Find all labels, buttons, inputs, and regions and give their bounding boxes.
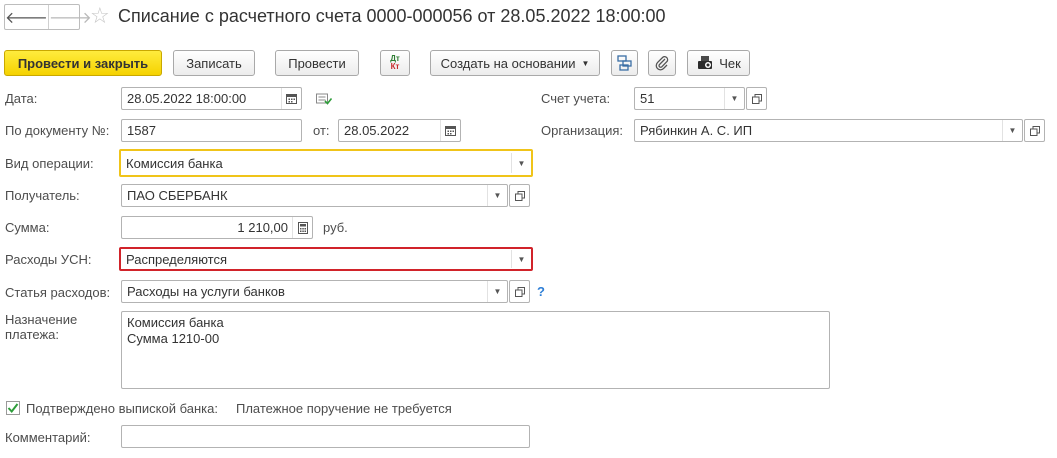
- document-history-icon[interactable]: [316, 92, 333, 109]
- arrow-left-icon: 🡐: [5, 9, 48, 27]
- window-title: Списание с расчетного счета 0000-000056 …: [118, 6, 666, 26]
- dt-kt-button[interactable]: Дт Кт: [380, 50, 410, 76]
- open-organization-button[interactable]: [1024, 119, 1045, 142]
- payment-purpose-textarea[interactable]: Комиссия банка Сумма 1210-00: [121, 311, 830, 389]
- currency-label: руб.: [323, 220, 348, 235]
- calendar-icon[interactable]: [440, 120, 460, 141]
- account-label: Счет учета:: [541, 91, 611, 106]
- expense-item-field[interactable]: Расходы на услуги банков ▼: [121, 280, 508, 303]
- open-icon: [514, 190, 525, 201]
- create-based-on-button[interactable]: Создать на основании ▼: [430, 50, 600, 76]
- expense-item-label: Статья расходов:: [5, 285, 111, 300]
- dropdown-arrow-icon[interactable]: ▼: [1002, 120, 1022, 141]
- payment-order-status: Платежное поручение не требуется: [236, 401, 452, 416]
- open-icon: [1029, 125, 1040, 136]
- dropdown-arrow-icon[interactable]: ▼: [724, 88, 744, 109]
- calculator-icon[interactable]: [292, 217, 312, 238]
- receipt-button[interactable]: Чек: [687, 50, 750, 76]
- from-date-field[interactable]: 28.05.2022: [338, 119, 461, 142]
- dt-kt-icon: Дт Кт: [390, 54, 400, 71]
- favorite-star-icon[interactable]: ☆: [90, 5, 110, 27]
- account-field[interactable]: 51 ▼: [634, 87, 745, 110]
- recipient-label: Получатель:: [5, 188, 80, 203]
- amount-field[interactable]: 1 210,00: [121, 216, 313, 239]
- open-expense-item-button[interactable]: [509, 280, 530, 303]
- organization-field[interactable]: Рябинкин А. С. ИП ▼: [634, 119, 1023, 142]
- open-recipient-button[interactable]: [509, 184, 530, 207]
- open-icon: [751, 93, 762, 104]
- operation-type-label: Вид операции:: [5, 156, 94, 171]
- structure-icon: [616, 55, 632, 71]
- amount-label: Сумма:: [5, 220, 50, 235]
- dropdown-arrow-icon[interactable]: ▼: [487, 185, 507, 206]
- payment-purpose-label-line1: Назначение: [5, 312, 78, 327]
- usn-expenses-field[interactable]: Распределяются ▼: [119, 247, 533, 271]
- from-label: от:: [313, 123, 330, 138]
- dropdown-arrow-icon[interactable]: ▼: [487, 281, 507, 302]
- date-label: Дата:: [5, 91, 38, 106]
- doc-number-label: По документу №:: [5, 123, 110, 138]
- comment-field[interactable]: [121, 425, 530, 448]
- bank-statement-checkbox[interactable]: [6, 401, 20, 415]
- doc-number-field[interactable]: 1587: [121, 119, 302, 142]
- comment-label: Комментарий:: [5, 430, 91, 445]
- help-icon[interactable]: ?: [537, 284, 545, 299]
- payment-purpose-label-line2: платежа:: [5, 327, 59, 342]
- organization-label: Организация:: [541, 123, 624, 138]
- back-button[interactable]: 🡐: [5, 5, 48, 29]
- forward-button[interactable]: 🡒: [47, 5, 92, 29]
- open-icon: [514, 286, 525, 297]
- cash-register-icon: [698, 56, 713, 69]
- save-button[interactable]: Записать: [173, 50, 255, 76]
- date-field[interactable]: 28.05.2022 18:00:00: [121, 87, 302, 110]
- paperclip-icon: [655, 56, 669, 71]
- dropdown-arrow-icon[interactable]: ▼: [511, 153, 531, 173]
- post-button[interactable]: Провести: [275, 50, 359, 76]
- checkmark-icon: [7, 403, 19, 414]
- bank-statement-label: Подтверждено выпиской банка:: [26, 401, 218, 416]
- post-and-close-button[interactable]: Провести и закрыть: [4, 50, 162, 76]
- dropdown-arrow-icon[interactable]: ▼: [511, 250, 531, 268]
- structure-button[interactable]: [611, 50, 638, 76]
- recipient-field[interactable]: ПАО СБЕРБАНК ▼: [121, 184, 508, 207]
- open-account-button[interactable]: [746, 87, 767, 110]
- dropdown-arrow-icon: ▼: [581, 58, 590, 68]
- attach-button[interactable]: [648, 50, 676, 76]
- navigation-buttons: 🡐 🡒: [4, 4, 92, 30]
- arrow-right-icon: 🡒: [48, 9, 92, 27]
- calendar-icon[interactable]: [281, 88, 301, 109]
- operation-type-field[interactable]: Комиссия банка ▼: [119, 149, 533, 177]
- usn-expenses-label: Расходы УСН:: [5, 252, 92, 267]
